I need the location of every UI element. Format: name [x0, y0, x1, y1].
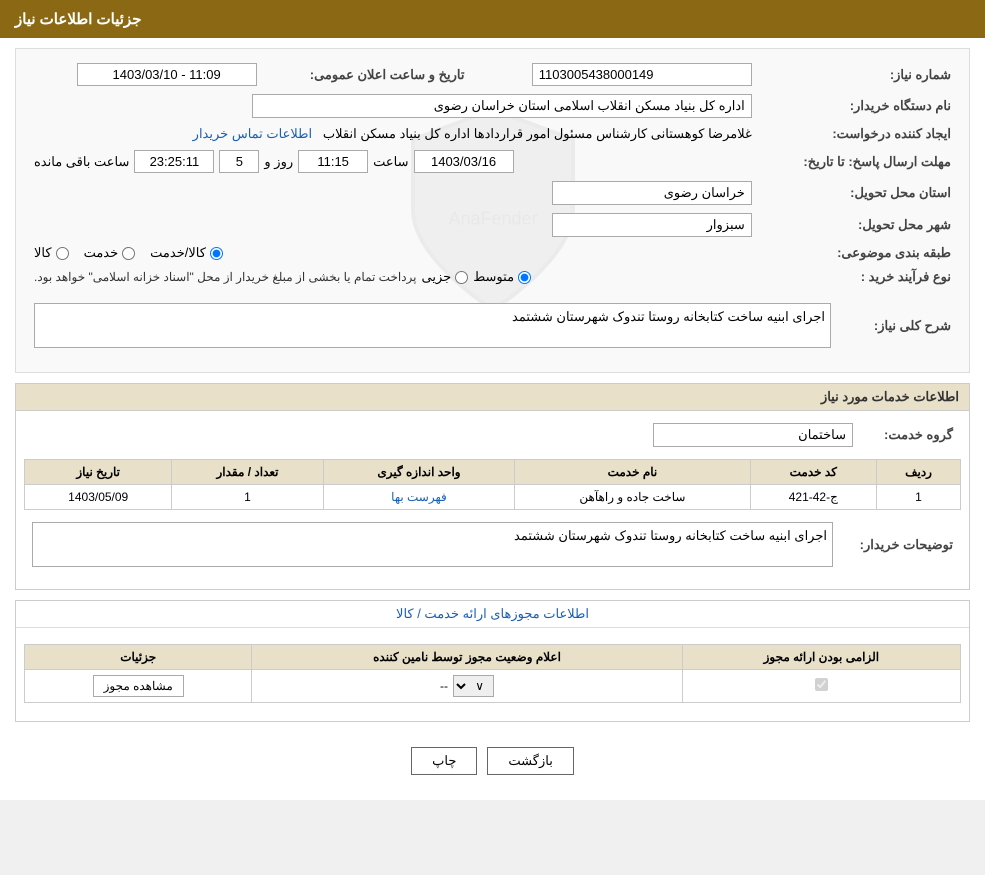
- service-row-need-date: 1403/05/09: [25, 485, 172, 510]
- back-button[interactable]: بازگشت: [487, 747, 573, 775]
- permits-table: الزامی بودن ارائه مجوز اعلام وضعیت مجوز …: [24, 644, 961, 703]
- col-header-required: الزامی بودن ارائه مجوز: [682, 645, 960, 670]
- time-label: ساعت: [373, 154, 408, 170]
- announce-date-label: تاریخ و ساعت اعلان عمومی:: [265, 59, 473, 90]
- response-deadline-label: مهلت ارسال پاسخ: تا تاریخ:: [760, 146, 959, 177]
- creator-value: غلامرضا کوهستانی کارشناس مسئول امور قرار…: [323, 126, 752, 141]
- service-row-quantity: 1: [172, 485, 323, 510]
- response-date-value: 1403/03/16: [414, 150, 514, 173]
- service-row-name: ساخت جاده و راهآهن: [515, 485, 750, 510]
- need-desc-table: شرح کلی نیاز: اجرای ابنیه ساخت کتابخانه …: [26, 299, 959, 352]
- buyer-org-label: نام دستگاه خریدار:: [760, 90, 959, 122]
- response-days-value: 5: [219, 150, 259, 173]
- service-table-row: 1 ج-42-421 ساخت جاده و راهآهن فهرست بها …: [25, 485, 961, 510]
- buyer-org-value: اداره کل بنیاد مسکن انقلاب اسلامی استان …: [252, 94, 752, 118]
- view-permit-button[interactable]: مشاهده مجوز: [93, 675, 184, 697]
- province-value: خراسان رضوی: [552, 181, 752, 205]
- days-label: روز و: [264, 154, 293, 170]
- purchase-type-radio-motavaset[interactable]: [518, 271, 531, 284]
- purchase-type-row: متوسط جزیی پرداخت تمام یا بخشی از مبلغ خ…: [34, 269, 752, 285]
- announce-date-value: 1403/03/10 - 11:09: [77, 63, 257, 86]
- col-header-need-date: تاریخ نیاز: [25, 460, 172, 485]
- category-radio-kala[interactable]: [56, 247, 69, 260]
- response-time-value: 11:15: [298, 150, 368, 173]
- col-header-service-name: نام خدمت: [515, 460, 750, 485]
- city-label: شهر محل تحویل:: [760, 209, 959, 241]
- purchase-type-label-jozyi: جزیی: [422, 269, 452, 285]
- purchase-type-radio-jozyi[interactable]: [455, 271, 468, 284]
- general-info-section: AnaFender شماره نیاز: 1103005438000149 ت…: [15, 48, 970, 373]
- category-option-khadamat[interactable]: خدمت: [84, 245, 136, 261]
- col-header-details: جزئیات: [25, 645, 252, 670]
- services-table: ردیف کد خدمت نام خدمت واحد اندازه گیری ت…: [24, 459, 961, 510]
- creator-label: ایجاد کننده درخواست:: [760, 122, 959, 146]
- buyer-notes-value: اجرای ابنیه ساخت کتابخانه روستا تندوک شه…: [32, 522, 833, 567]
- main-content: AnaFender شماره نیاز: 1103005438000149 ت…: [0, 38, 985, 800]
- permit-required-cell: [682, 670, 960, 703]
- category-option-kala[interactable]: کالا: [34, 245, 69, 261]
- service-group-label: گروه خدمت:: [861, 419, 961, 451]
- col-header-supplier-status: اعلام وضعیت مجوز توسط نامین کننده: [252, 645, 682, 670]
- need-desc-value: اجرای ابنیه ساخت کتابخانه روستا تندوک شه…: [34, 303, 831, 348]
- permit-status-value: --: [440, 679, 448, 693]
- contact-link[interactable]: اطلاعات تماس خریدار: [193, 126, 312, 141]
- service-row-code: ج-42-421: [750, 485, 876, 510]
- province-label: استان محل تحویل:: [760, 177, 959, 209]
- remaining-label: ساعت باقی مانده: [34, 154, 129, 170]
- services-section-title: اطلاعات خدمات مورد نیاز: [16, 384, 969, 411]
- col-header-row-num: ردیف: [877, 460, 961, 485]
- permits-section-title: اطلاعات مجوزهای ارائه خدمت / کالا: [16, 601, 969, 628]
- permits-section: اطلاعات مجوزهای ارائه خدمت / کالا الزامی…: [15, 600, 970, 722]
- need-desc-label: شرح کلی نیاز:: [839, 299, 959, 352]
- purchase-type-option-motavaset[interactable]: متوسط: [473, 269, 531, 285]
- category-radio-kala-khadamat[interactable]: [210, 247, 223, 260]
- col-header-quantity: تعداد / مقدار: [172, 460, 323, 485]
- category-label: طبقه بندی موضوعی:: [760, 241, 959, 265]
- page-header: جزئیات اطلاعات نیاز: [0, 0, 985, 38]
- permit-row: ∨ -- مشاهده مجوز: [25, 670, 961, 703]
- response-deadline-row: 1403/03/16 ساعت 11:15 روز و 5 23:25:11 س…: [34, 150, 752, 173]
- category-label-kala-khadamat: کالا/خدمت: [150, 245, 206, 261]
- need-number-value: 1103005438000149: [532, 63, 752, 86]
- col-header-service-code: کد خدمت: [750, 460, 876, 485]
- service-group-value: ساختمان: [653, 423, 853, 447]
- city-value: سبزوار: [552, 213, 752, 237]
- buyer-notes-table: توضیحات خریدار: اجرای ابنیه ساخت کتابخان…: [24, 518, 961, 571]
- permit-supplier-status-cell: ∨ --: [252, 670, 682, 703]
- services-section-content: گروه خدمت: ساختمان ردیف کد خدمت نام خدمت…: [16, 411, 969, 589]
- permit-status-select[interactable]: ∨: [453, 675, 494, 697]
- page-title: جزئیات اطلاعات نیاز: [15, 11, 142, 28]
- general-info-table: شماره نیاز: 1103005438000149 تاریخ و ساع…: [26, 59, 959, 289]
- permit-details-cell: مشاهده مجوز: [25, 670, 252, 703]
- purchase-type-label: نوع فرآیند خرید :: [760, 265, 959, 289]
- category-label-khadamat: خدمت: [84, 245, 119, 261]
- service-row-num: 1: [877, 485, 961, 510]
- category-radio-khadamat[interactable]: [122, 247, 135, 260]
- services-section: اطلاعات خدمات مورد نیاز گروه خدمت: ساختم…: [15, 383, 970, 590]
- buyer-notes-label: توضیحات خریدار:: [841, 518, 961, 571]
- response-remaining-value: 23:25:11: [134, 150, 214, 173]
- purchase-type-label-motavaset: متوسط: [473, 269, 514, 285]
- category-label-kala: کالا: [34, 245, 52, 261]
- category-radio-group: کالا/خدمت خدمت کالا: [34, 245, 752, 261]
- purchase-type-note: پرداخت تمام یا بخشی از مبلغ خریدار از مح…: [34, 270, 417, 284]
- permits-section-content: الزامی بودن ارائه مجوز اعلام وضعیت مجوز …: [16, 636, 969, 721]
- page-wrapper: جزئیات اطلاعات نیاز AnaFender شماره نیاز…: [0, 0, 985, 800]
- print-button[interactable]: چاپ: [411, 747, 477, 775]
- service-row-unit[interactable]: فهرست بها: [323, 485, 515, 510]
- col-header-unit: واحد اندازه گیری: [323, 460, 515, 485]
- need-number-label: شماره نیاز:: [760, 59, 959, 90]
- category-option-kala-khadamat[interactable]: کالا/خدمت: [150, 245, 223, 261]
- service-group-table: گروه خدمت: ساختمان: [24, 419, 961, 451]
- purchase-type-option-jozyi[interactable]: جزیی: [422, 269, 469, 285]
- bottom-buttons: بازگشت چاپ: [15, 732, 970, 790]
- permit-required-checkbox: [815, 678, 828, 691]
